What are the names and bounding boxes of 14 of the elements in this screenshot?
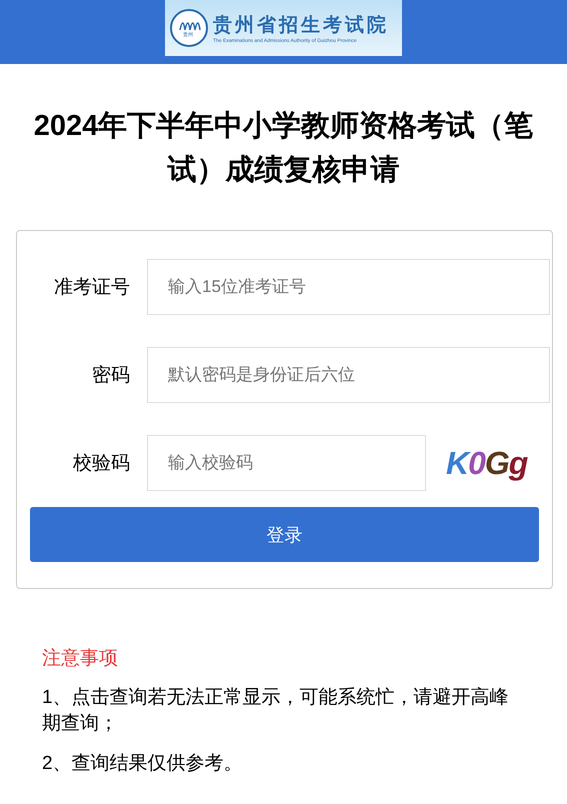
field-label: 密码 <box>91 364 131 388</box>
notice-text: 2、查询结果仅供参考。 <box>42 752 244 776</box>
field-label: 准考证号 <box>53 276 131 300</box>
emblem-icon <box>169 8 209 48</box>
logo-title: 贵州省招生考试院 <box>213 14 389 38</box>
input-field[interactable]: 默认密码是身份证后六位 <box>147 347 550 403</box>
page-title: 2024年下半年中小学教师资格考试（笔试）成绩复核申请 <box>32 109 534 188</box>
notice-text: 1、点击查询若无法正常显示，可能系统忙，请避开高峰期查询； <box>42 686 510 736</box>
notice-title: 注意事项 <box>42 647 119 671</box>
input-field[interactable]: 输入15位准考证号 <box>147 259 550 315</box>
captcha-image[interactable]: K0Gg <box>446 444 528 482</box>
field-label: 校验码 <box>72 452 131 476</box>
input-field[interactable]: 输入校验码 <box>147 435 426 491</box>
login-button[interactable]: 登录 <box>30 507 539 562</box>
